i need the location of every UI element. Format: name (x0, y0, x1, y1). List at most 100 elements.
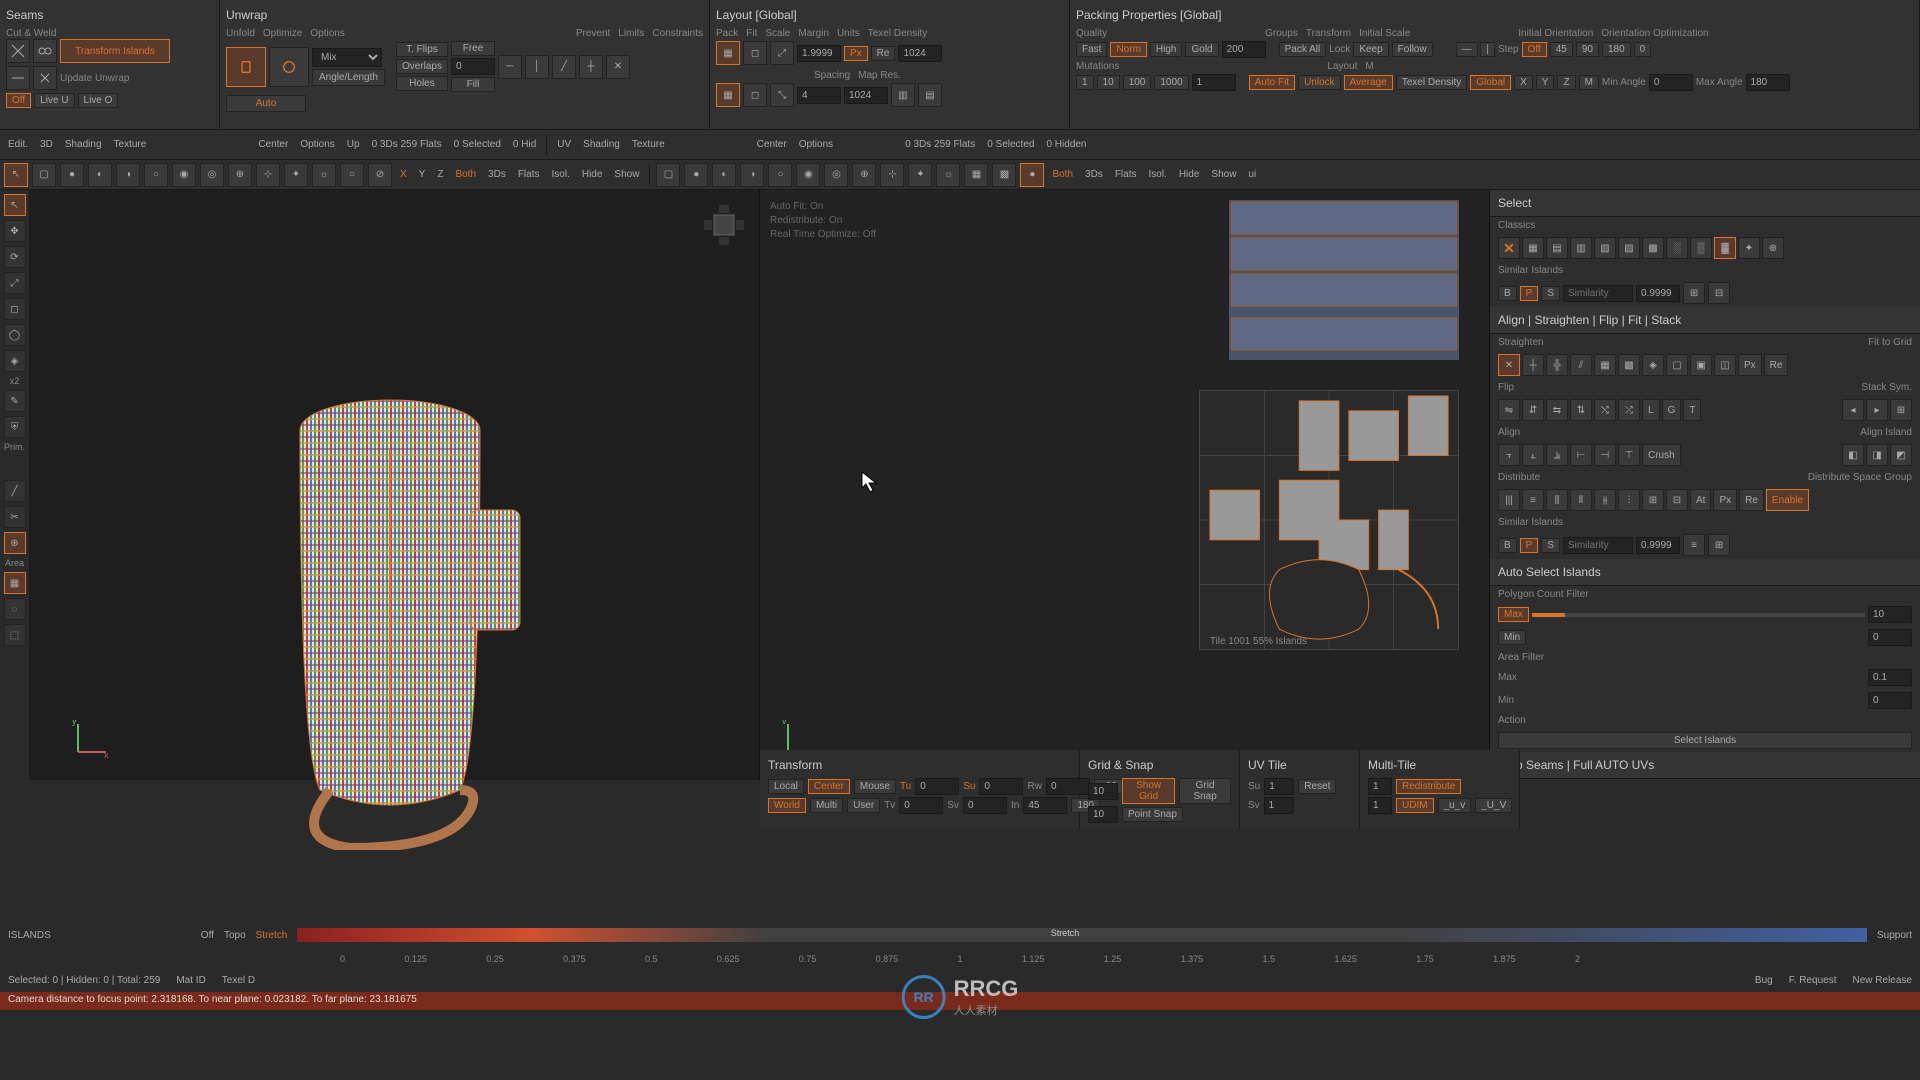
sv-input[interactable] (963, 797, 1007, 814)
s2-button[interactable]: S (1541, 538, 1560, 553)
tv-input[interactable] (899, 797, 943, 814)
uv-shade-a-icon[interactable]: ● (684, 163, 708, 187)
overlaps-button[interactable]: Overlaps (396, 59, 448, 74)
limit-0-input[interactable] (451, 58, 495, 75)
keep-button[interactable]: Keep (1353, 42, 1388, 57)
x-toggle[interactable]: X (396, 168, 411, 181)
shade-c-icon[interactable]: ◑ (116, 163, 140, 187)
local-button[interactable]: Local (768, 779, 804, 794)
area-max-input[interactable] (1868, 669, 1912, 686)
uv-show-toggle[interactable]: Show (1207, 168, 1240, 181)
pack-all-button[interactable]: Pack All (1279, 42, 1327, 57)
user-button[interactable]: User (847, 798, 880, 813)
auto-fit-button[interactable]: Auto Fit (1249, 75, 1295, 90)
hide-toggle[interactable]: Hide (578, 168, 607, 181)
average-button[interactable]: Average (1344, 75, 1393, 90)
classic-h-icon[interactable]: ▒ (1690, 237, 1712, 259)
light-icon[interactable]: ☼ (312, 163, 336, 187)
straighten-g-icon[interactable]: ◈ (1642, 354, 1664, 376)
mut-1000-button[interactable]: 1000 (1154, 75, 1188, 90)
global-button[interactable]: Global (1470, 75, 1511, 90)
nocircle-icon[interactable]: ⊘ (368, 163, 392, 187)
constraint-d-icon[interactable]: ┼ (579, 55, 603, 79)
reset-button[interactable]: Reset (1298, 779, 1336, 794)
constraint-b-icon[interactable]: │ (525, 55, 549, 79)
fit-re-button[interactable]: Re (1764, 354, 1789, 376)
texeld-button[interactable]: Texel D (222, 975, 255, 986)
dist-b-icon[interactable]: ≡ (1522, 489, 1544, 511)
fit-px-button[interactable]: Px (1738, 354, 1762, 376)
classic-e-icon[interactable]: ▨ (1618, 237, 1640, 259)
align-d-icon[interactable]: ⊢ (1570, 444, 1592, 466)
max-angle-input[interactable] (1746, 74, 1790, 91)
fit-b-icon[interactable]: ▣ (1690, 354, 1712, 376)
fill-button[interactable]: Fill (451, 77, 495, 92)
select-tool-icon[interactable]: ↖ (4, 194, 26, 216)
p-button[interactable]: P (1520, 286, 1539, 301)
poly-max-input[interactable] (1868, 606, 1912, 623)
live-o-button[interactable]: Live O (78, 93, 119, 108)
z-toggle[interactable]: Z (433, 168, 447, 181)
constraint-e-icon[interactable]: ✕ (606, 55, 630, 79)
seam-tool-b-icon[interactable] (33, 66, 57, 90)
uv-opt-a-icon[interactable]: ▦ (964, 163, 988, 187)
y-axis-button[interactable]: Y (1536, 75, 1555, 90)
center-button[interactable]: Center (808, 779, 850, 794)
fit-b-icon[interactable]: ◻ (743, 83, 767, 107)
transform-islands-button[interactable]: Transform Islands (60, 39, 170, 63)
stack-c-icon[interactable]: ⊞ (1890, 399, 1912, 421)
sim-a-icon[interactable]: ⊞ (1683, 282, 1705, 304)
align-a-icon[interactable]: ⫟ (1498, 444, 1520, 466)
ds-b-icon[interactable]: ⊟ (1666, 489, 1688, 511)
grid-u-input[interactable] (1088, 783, 1118, 800)
off-button[interactable]: Off (201, 930, 214, 941)
topo-button[interactable]: Topo (224, 930, 246, 941)
tool-e-icon[interactable]: ◻ (4, 298, 26, 320)
matid-button[interactable]: Mat ID (176, 975, 205, 986)
arrow-tool-icon[interactable]: ↖ (4, 163, 28, 187)
uv-center-a-icon[interactable]: ⊹ (880, 163, 904, 187)
high-button[interactable]: High (1150, 42, 1183, 57)
g-button[interactable]: G (1662, 399, 1682, 421)
dist-a-icon[interactable]: ||| (1498, 489, 1520, 511)
scale-tool-icon[interactable]: ⤢ (4, 272, 26, 294)
td-b-icon[interactable]: ▤ (918, 83, 942, 107)
shade-f-icon[interactable]: ◎ (200, 163, 224, 187)
uv-center-b-icon[interactable]: ✦ (908, 163, 932, 187)
follow-button[interactable]: Follow (1392, 42, 1433, 57)
mouse-button[interactable]: Mouse (854, 779, 896, 794)
uv-opt-b-icon[interactable]: ▩ (992, 163, 1016, 187)
isol-toggle[interactable]: Isol. (548, 168, 574, 181)
poly-max-button[interactable]: Max (1498, 607, 1529, 622)
multi-button[interactable]: Multi (810, 798, 843, 813)
step-90-button[interactable]: 90 (1576, 42, 1599, 57)
classic-j-icon[interactable]: ✦ (1738, 237, 1760, 259)
nav-cube[interactable] (699, 200, 749, 250)
align-e-icon[interactable]: ⊣ (1594, 444, 1616, 466)
world-button[interactable]: World (768, 798, 806, 813)
su-input[interactable] (979, 778, 1023, 795)
dist-f-icon[interactable]: ⫶ (1618, 489, 1640, 511)
shade-a-icon[interactable]: ● (60, 163, 84, 187)
scale-a-icon[interactable]: ⤢ (770, 41, 794, 65)
classic-b-icon[interactable]: ▤ (1546, 237, 1568, 259)
scale-input[interactable] (797, 45, 841, 62)
straighten-e-icon[interactable]: ▦ (1594, 354, 1616, 376)
straighten-a-icon[interactable]: ✕ (1498, 354, 1520, 376)
scale-b-icon[interactable]: ⤡ (770, 83, 794, 107)
flip-c-icon[interactable]: ⇆ (1546, 399, 1568, 421)
uv-opt-c-icon[interactable]: ● (1020, 163, 1044, 187)
area-min-input[interactable] (1868, 692, 1912, 709)
constraint-a-icon[interactable]: ─ (498, 55, 522, 79)
tool-k-icon[interactable]: ✂ (4, 506, 26, 528)
unfold-icon[interactable] (226, 47, 266, 87)
align-f-icon[interactable]: ⊤ (1618, 444, 1640, 466)
re-button[interactable]: Re (871, 46, 896, 61)
pack-a-icon[interactable]: ▦ (716, 41, 740, 65)
orient-dash-button[interactable]: — (1456, 42, 1478, 57)
l-button[interactable]: L (1642, 399, 1660, 421)
fit-a-icon[interactable]: ▢ (1666, 354, 1688, 376)
flip-a-icon[interactable]: ⇋ (1498, 399, 1520, 421)
classic-i-icon[interactable]: ▓ (1714, 237, 1736, 259)
uv-shade-d-icon[interactable]: ○ (768, 163, 792, 187)
